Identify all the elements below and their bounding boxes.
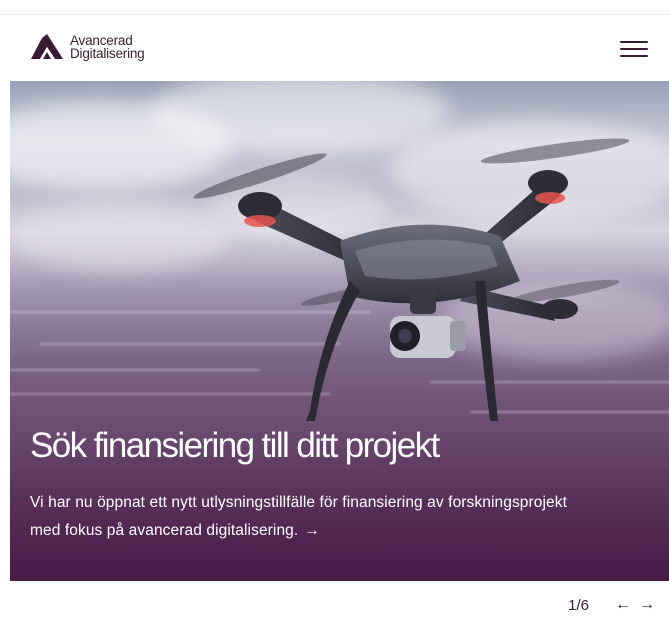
arrow-right-icon[interactable]: → <box>639 596 655 614</box>
logo-wordmark: Avancerad Digitalisering <box>70 34 145 61</box>
hamburger-menu-icon[interactable] <box>620 40 650 58</box>
slide-pager: 1/6 ← → <box>568 596 655 614</box>
hero-banner: Sök finansiering till ditt projekt Vi ha… <box>10 81 669 581</box>
page: Avancerad Digitalisering Sök finansierin… <box>0 0 669 642</box>
hero-description: Vi har nu öppnat ett nytt utlysningstill… <box>30 494 568 539</box>
site-header: Avancerad Digitalisering <box>0 15 669 81</box>
arrow-left-icon[interactable]: ← <box>615 596 631 614</box>
site-logo[interactable]: Avancerad Digitalisering <box>30 34 145 61</box>
logo-line-2: Digitalisering <box>70 46 145 61</box>
hero-title: Sök finansiering till ditt projekt <box>30 426 440 465</box>
slide-counter: 1/6 <box>568 596 589 614</box>
arrow-right-icon: → <box>304 522 320 539</box>
hero-description-link[interactable]: Vi har nu öppnat ett nytt utlysningstill… <box>30 489 590 545</box>
logo-mark-icon <box>31 34 63 59</box>
